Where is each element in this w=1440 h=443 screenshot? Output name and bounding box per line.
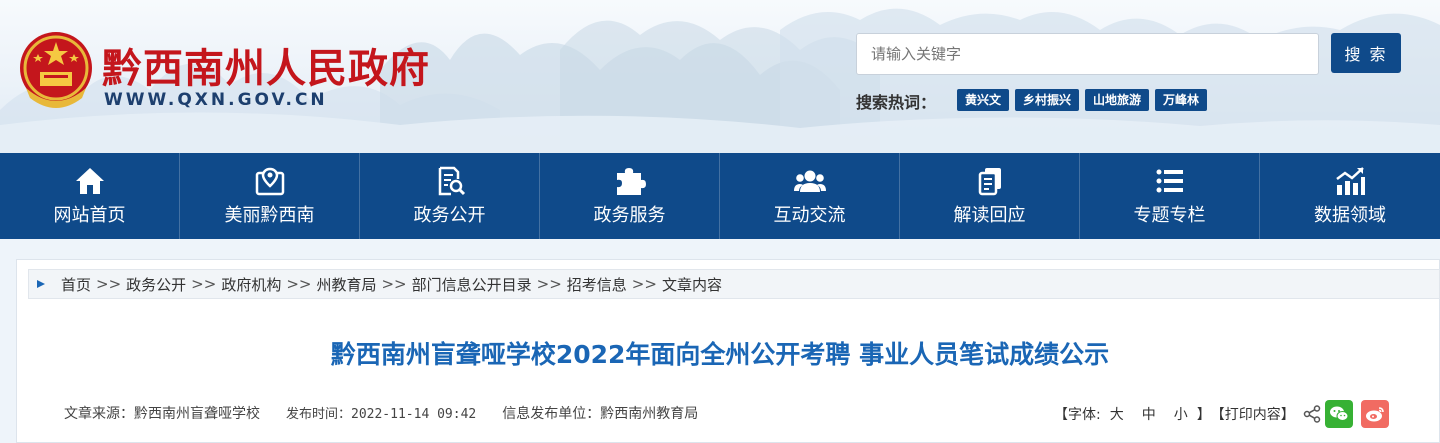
nav-item-data-fields[interactable]: 数据领域 bbox=[1260, 153, 1440, 239]
article-publish-time: 发布时间：2022-11-14 09:42 bbox=[286, 407, 477, 422]
breadcrumb-separator: >> bbox=[631, 275, 657, 293]
site-url: WWW.QXN.GOV.CN bbox=[104, 90, 328, 110]
nav-label: 政务公开 bbox=[413, 205, 486, 226]
breadcrumb-item[interactable]: 政府机构 bbox=[221, 274, 281, 295]
breadcrumb-separator: >> bbox=[191, 275, 217, 293]
nav-item-gov-services[interactable]: 政务服务 bbox=[540, 153, 720, 239]
article-source: 文章来源：黔西南州盲聋哑学校 bbox=[64, 406, 260, 422]
chart-trend-icon bbox=[1336, 167, 1365, 195]
breadcrumb-item-current: 文章内容 bbox=[661, 275, 722, 294]
print-button[interactable]: 【打印内容】 bbox=[1211, 404, 1295, 424]
wechat-icon bbox=[1329, 406, 1349, 421]
hot-tag[interactable]: 万峰林 bbox=[1155, 89, 1208, 111]
main-nav: 网站首页 美丽黔西南 政务公开 政务服务 互动交流 解读回应 专题专栏 数据领域 bbox=[0, 153, 1440, 239]
nav-item-home[interactable]: 网站首页 bbox=[0, 153, 180, 239]
font-size-medium-button[interactable]: 中 bbox=[1142, 404, 1156, 424]
nav-label: 网站首页 bbox=[53, 205, 126, 226]
article-tools: 【字体: 大 中 小 】 【打印内容】 bbox=[1054, 400, 1389, 428]
font-size-close: 】 bbox=[1196, 407, 1211, 423]
nav-label: 专题专栏 bbox=[1133, 205, 1206, 226]
breadcrumb: 首页 >> 政务公开 >> 政府机构 >> 州教育局 >> 部门信息公开目录 >… bbox=[28, 269, 1440, 299]
article-title: 黔西南州盲聋哑学校2022年面向全州公开考聘 事业人员笔试成绩公示 bbox=[330, 340, 1110, 369]
breadcrumb-separator: >> bbox=[381, 275, 407, 293]
nav-label: 解读回应 bbox=[953, 205, 1026, 226]
nav-label: 数据领域 bbox=[1314, 205, 1386, 226]
puzzle-icon bbox=[616, 168, 646, 195]
font-size-large-button[interactable]: 大 bbox=[1110, 404, 1124, 424]
hot-tag[interactable]: 乡村振兴 bbox=[1015, 89, 1080, 111]
weibo-icon bbox=[1365, 407, 1384, 422]
site-name: 黔西南州人民政府 bbox=[102, 45, 430, 92]
nav-item-interpretation[interactable]: 解读回应 bbox=[900, 153, 1080, 239]
nav-item-beautiful-qxn[interactable]: 美丽黔西南 bbox=[180, 153, 360, 239]
hot-tag[interactable]: 黄兴文 bbox=[957, 89, 1010, 111]
search-button[interactable]: 搜 索 bbox=[1331, 33, 1401, 73]
hot-search-label: 搜索热词： bbox=[856, 93, 937, 112]
wechat-share-button[interactable] bbox=[1324, 400, 1353, 428]
nav-item-special-topics[interactable]: 专题专栏 bbox=[1080, 153, 1260, 239]
hot-search-tags: 黄兴文 乡村振兴 山地旅游 万峰林 bbox=[957, 89, 1208, 111]
national-emblem-logo bbox=[20, 32, 92, 108]
breadcrumb-item[interactable]: 招考信息 bbox=[567, 274, 627, 295]
font-size-label: 【字体: bbox=[1054, 407, 1101, 423]
breadcrumb-separator: >> bbox=[96, 275, 122, 293]
nav-label: 美丽黔西南 bbox=[224, 205, 315, 226]
breadcrumb-item[interactable]: 州教育局 bbox=[316, 274, 376, 295]
share-icon[interactable] bbox=[1303, 405, 1321, 423]
hot-tag[interactable]: 山地旅游 bbox=[1085, 89, 1150, 111]
copy-document-icon bbox=[978, 168, 1001, 196]
search-input[interactable] bbox=[856, 33, 1319, 75]
list-icon bbox=[1156, 169, 1183, 193]
nav-label: 政务服务 bbox=[593, 205, 666, 226]
weibo-share-button[interactable] bbox=[1360, 400, 1389, 428]
breadcrumb-separator: >> bbox=[286, 275, 312, 293]
article-meta: 文章来源：黔西南州盲聋哑学校 发布时间：2022-11-14 09:42 信息发… bbox=[64, 403, 698, 423]
site-header: 黔西南州人民政府 WWW.QXN.GOV.CN 搜 索 搜索热词： 黄兴文 乡村… bbox=[0, 0, 1440, 153]
breadcrumb-item[interactable]: 政务公开 bbox=[126, 274, 186, 295]
article-publisher: 信息发布单位：黔西南州教育局 bbox=[502, 406, 699, 422]
breadcrumb-separator: >> bbox=[536, 275, 562, 293]
breadcrumb-item[interactable]: 部门信息公开目录 bbox=[412, 274, 532, 295]
home-icon bbox=[75, 168, 104, 194]
users-icon bbox=[793, 170, 826, 192]
nav-label: 互动交流 bbox=[773, 205, 846, 226]
arrow-right-icon bbox=[37, 280, 45, 288]
font-size-small-button[interactable]: 小 bbox=[1174, 404, 1188, 424]
breadcrumb-item-home[interactable]: 首页 bbox=[61, 274, 91, 295]
map-pin-icon bbox=[255, 167, 284, 196]
nav-item-interaction[interactable]: 互动交流 bbox=[720, 153, 900, 239]
document-search-icon bbox=[438, 166, 465, 196]
nav-item-gov-affairs-public[interactable]: 政务公开 bbox=[360, 153, 540, 239]
